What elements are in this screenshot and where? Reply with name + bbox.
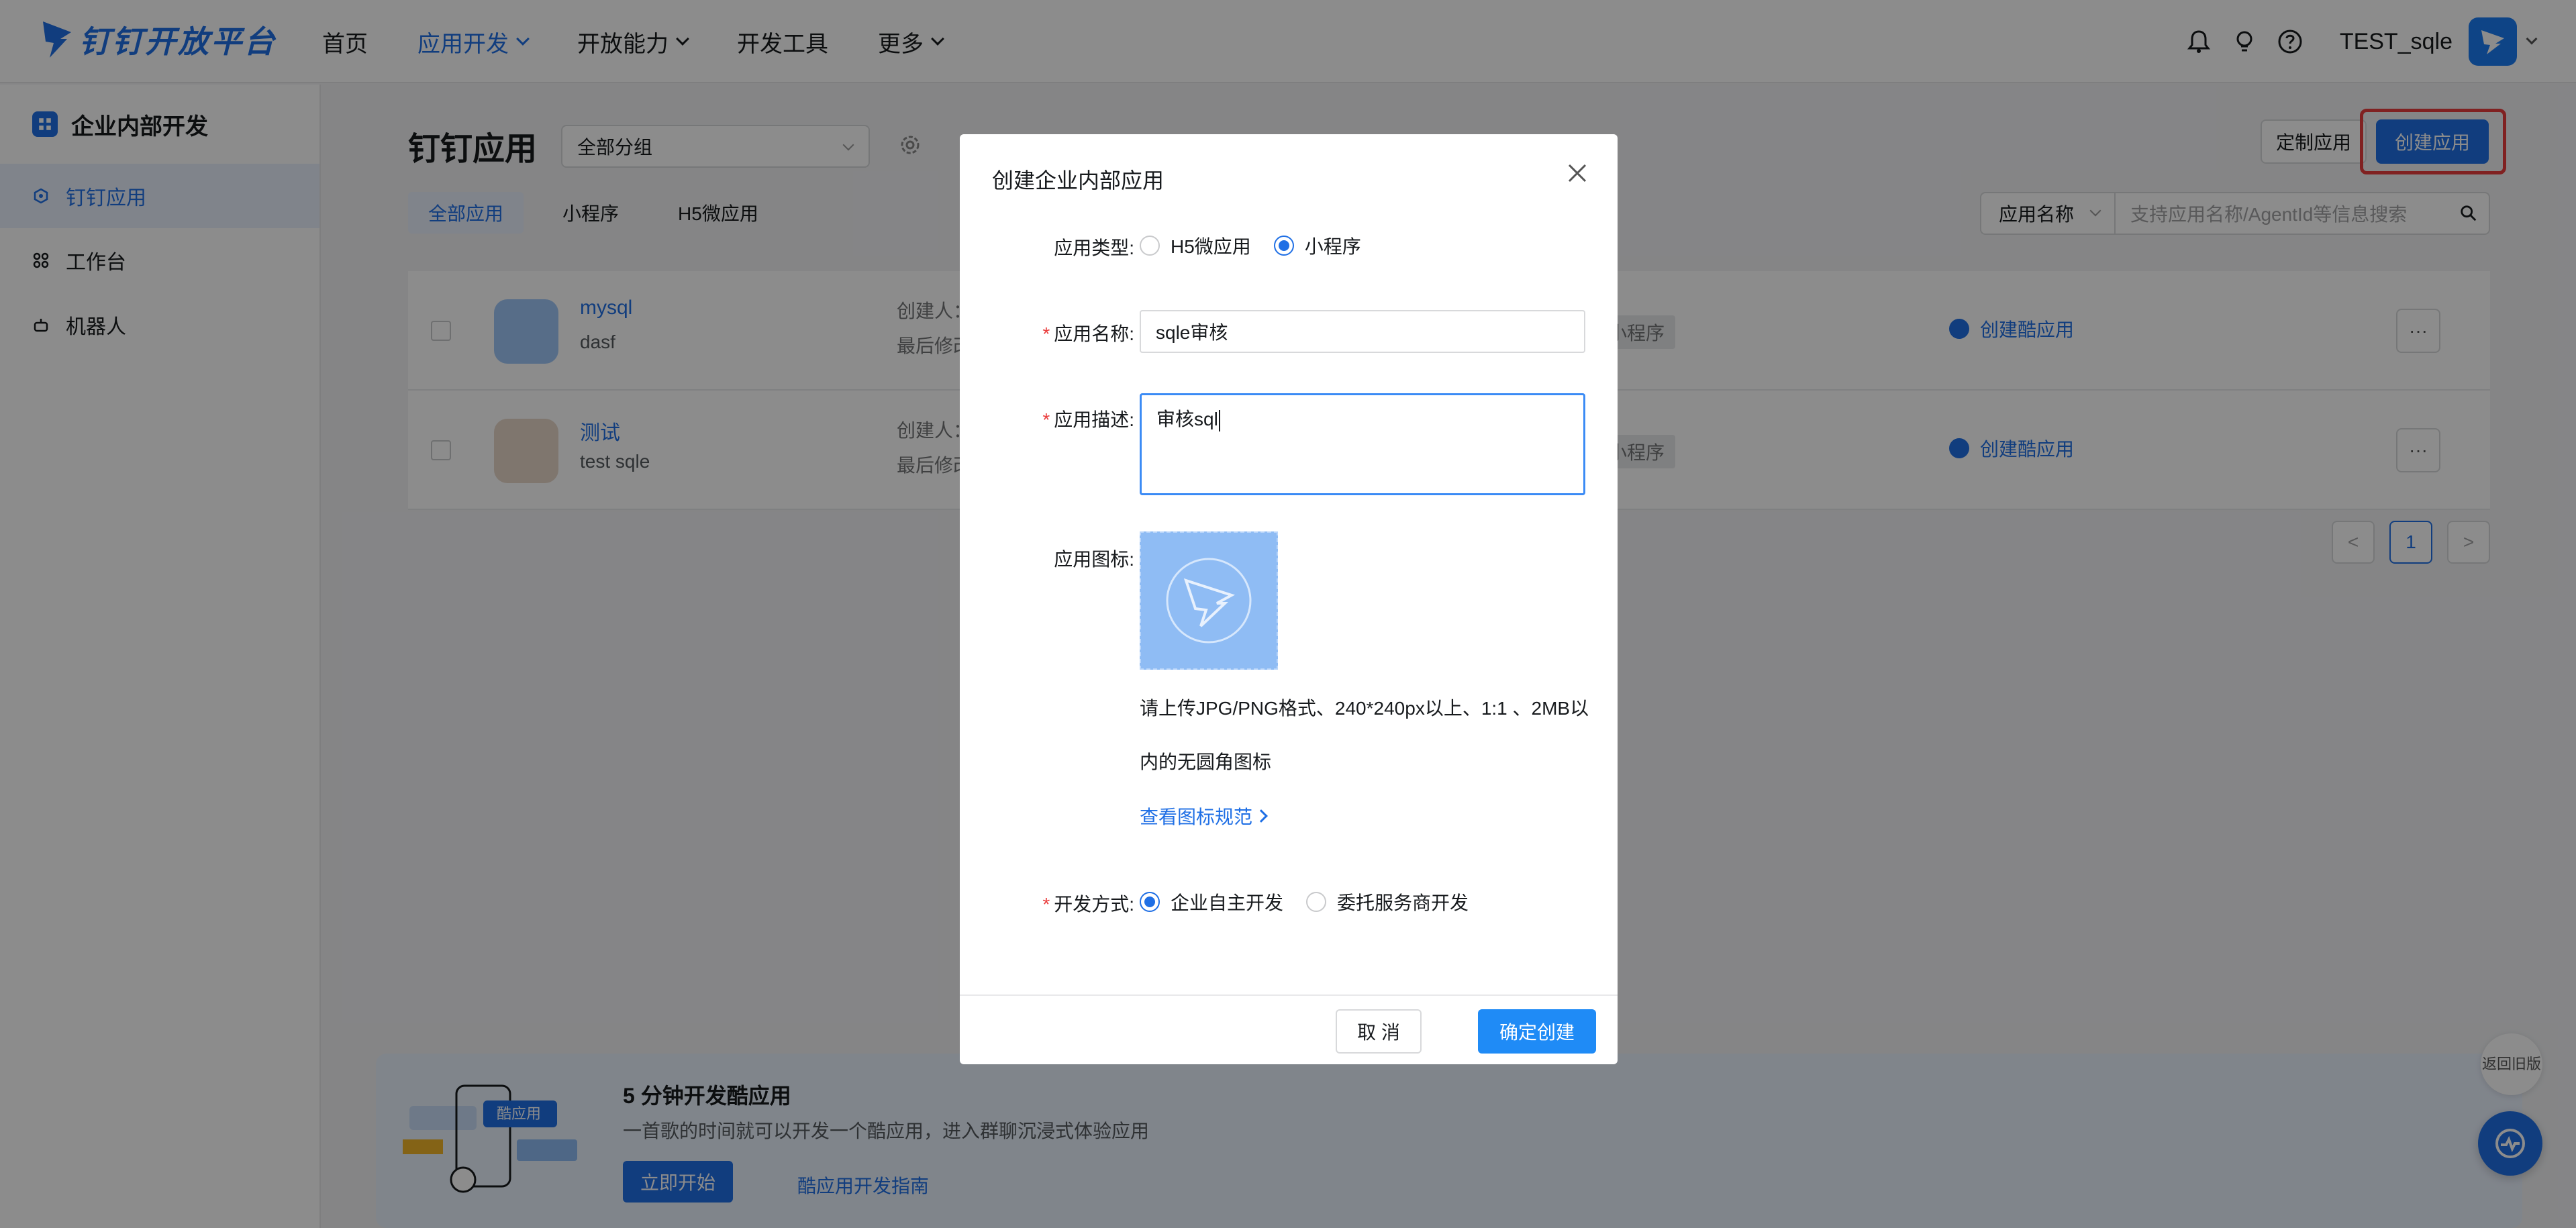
app-type-label-text: 应用类型: <box>1054 238 1134 258</box>
required-mark: * <box>1042 894 1050 915</box>
dev-method-label: * 开发方式: <box>960 890 1134 917</box>
app-icon-label: 应用图标: <box>960 545 1134 572</box>
app-desc-textarea[interactable]: 审核sql <box>1140 393 1585 495</box>
dialog-footer: 取 消 确定创建 <box>960 994 1618 1064</box>
app-name-label-text: 应用名称: <box>1054 323 1134 344</box>
required-mark: * <box>1042 409 1050 430</box>
dingtalk-placeholder-icon <box>1166 558 1252 644</box>
icon-spec-link-label: 查看图标规范 <box>1140 807 1253 827</box>
confirm-create-button[interactable]: 确定创建 <box>1478 1009 1596 1054</box>
radio-button-checked-icon <box>1273 236 1294 256</box>
radio-mini-program[interactable]: 小程序 <box>1273 232 1361 259</box>
app-name-label: * 应用名称: <box>960 319 1134 346</box>
chevron-right-icon <box>1254 809 1268 823</box>
close-icon[interactable] <box>1564 160 1591 187</box>
radio-self-develop[interactable]: 企业自主开发 <box>1140 888 1283 915</box>
icon-upload-area[interactable] <box>1140 531 1278 670</box>
app-type-radio-group: H5微应用 小程序 <box>1140 232 1384 259</box>
create-app-dialog: 创建企业内部应用 应用类型: H5微应用 小程序 * 应用名称: sqle审核 *… <box>960 134 1618 1064</box>
radio-button-checked-icon <box>1140 892 1160 912</box>
app-icon-label-text: 应用图标: <box>1054 549 1134 570</box>
radio-label: H5微应用 <box>1171 236 1251 257</box>
text-caret <box>1218 409 1220 431</box>
required-mark: * <box>1042 323 1050 344</box>
app-desc-value: 审核sql <box>1156 409 1218 429</box>
icon-spec-link[interactable]: 查看图标规范 <box>1140 803 1268 829</box>
dev-method-label-text: 开发方式: <box>1054 894 1134 915</box>
radio-label: 企业自主开发 <box>1171 892 1284 913</box>
dialog-title: 创建企业内部应用 <box>992 168 1165 193</box>
app-desc-label: * 应用描述: <box>960 405 1134 432</box>
radio-label: 委托服务商开发 <box>1337 892 1469 913</box>
radio-button-icon <box>1306 892 1327 912</box>
app-desc-label-text: 应用描述: <box>1054 409 1134 430</box>
radio-label: 小程序 <box>1304 236 1361 257</box>
radio-h5-app[interactable]: H5微应用 <box>1140 232 1251 259</box>
cancel-button[interactable]: 取 消 <box>1336 1009 1422 1054</box>
dev-method-radio-group: 企业自主开发 委托服务商开发 <box>1140 888 1491 915</box>
radio-button-icon <box>1140 236 1160 256</box>
radio-service-provider[interactable]: 委托服务商开发 <box>1306 888 1469 915</box>
app-type-label: 应用类型: <box>960 234 1134 260</box>
icon-upload-hint: 请上传JPG/PNG格式、240*240px以上、1:1 、2MB以内的无圆角图… <box>1140 698 1589 772</box>
app-name-input[interactable]: sqle审核 <box>1140 310 1585 353</box>
